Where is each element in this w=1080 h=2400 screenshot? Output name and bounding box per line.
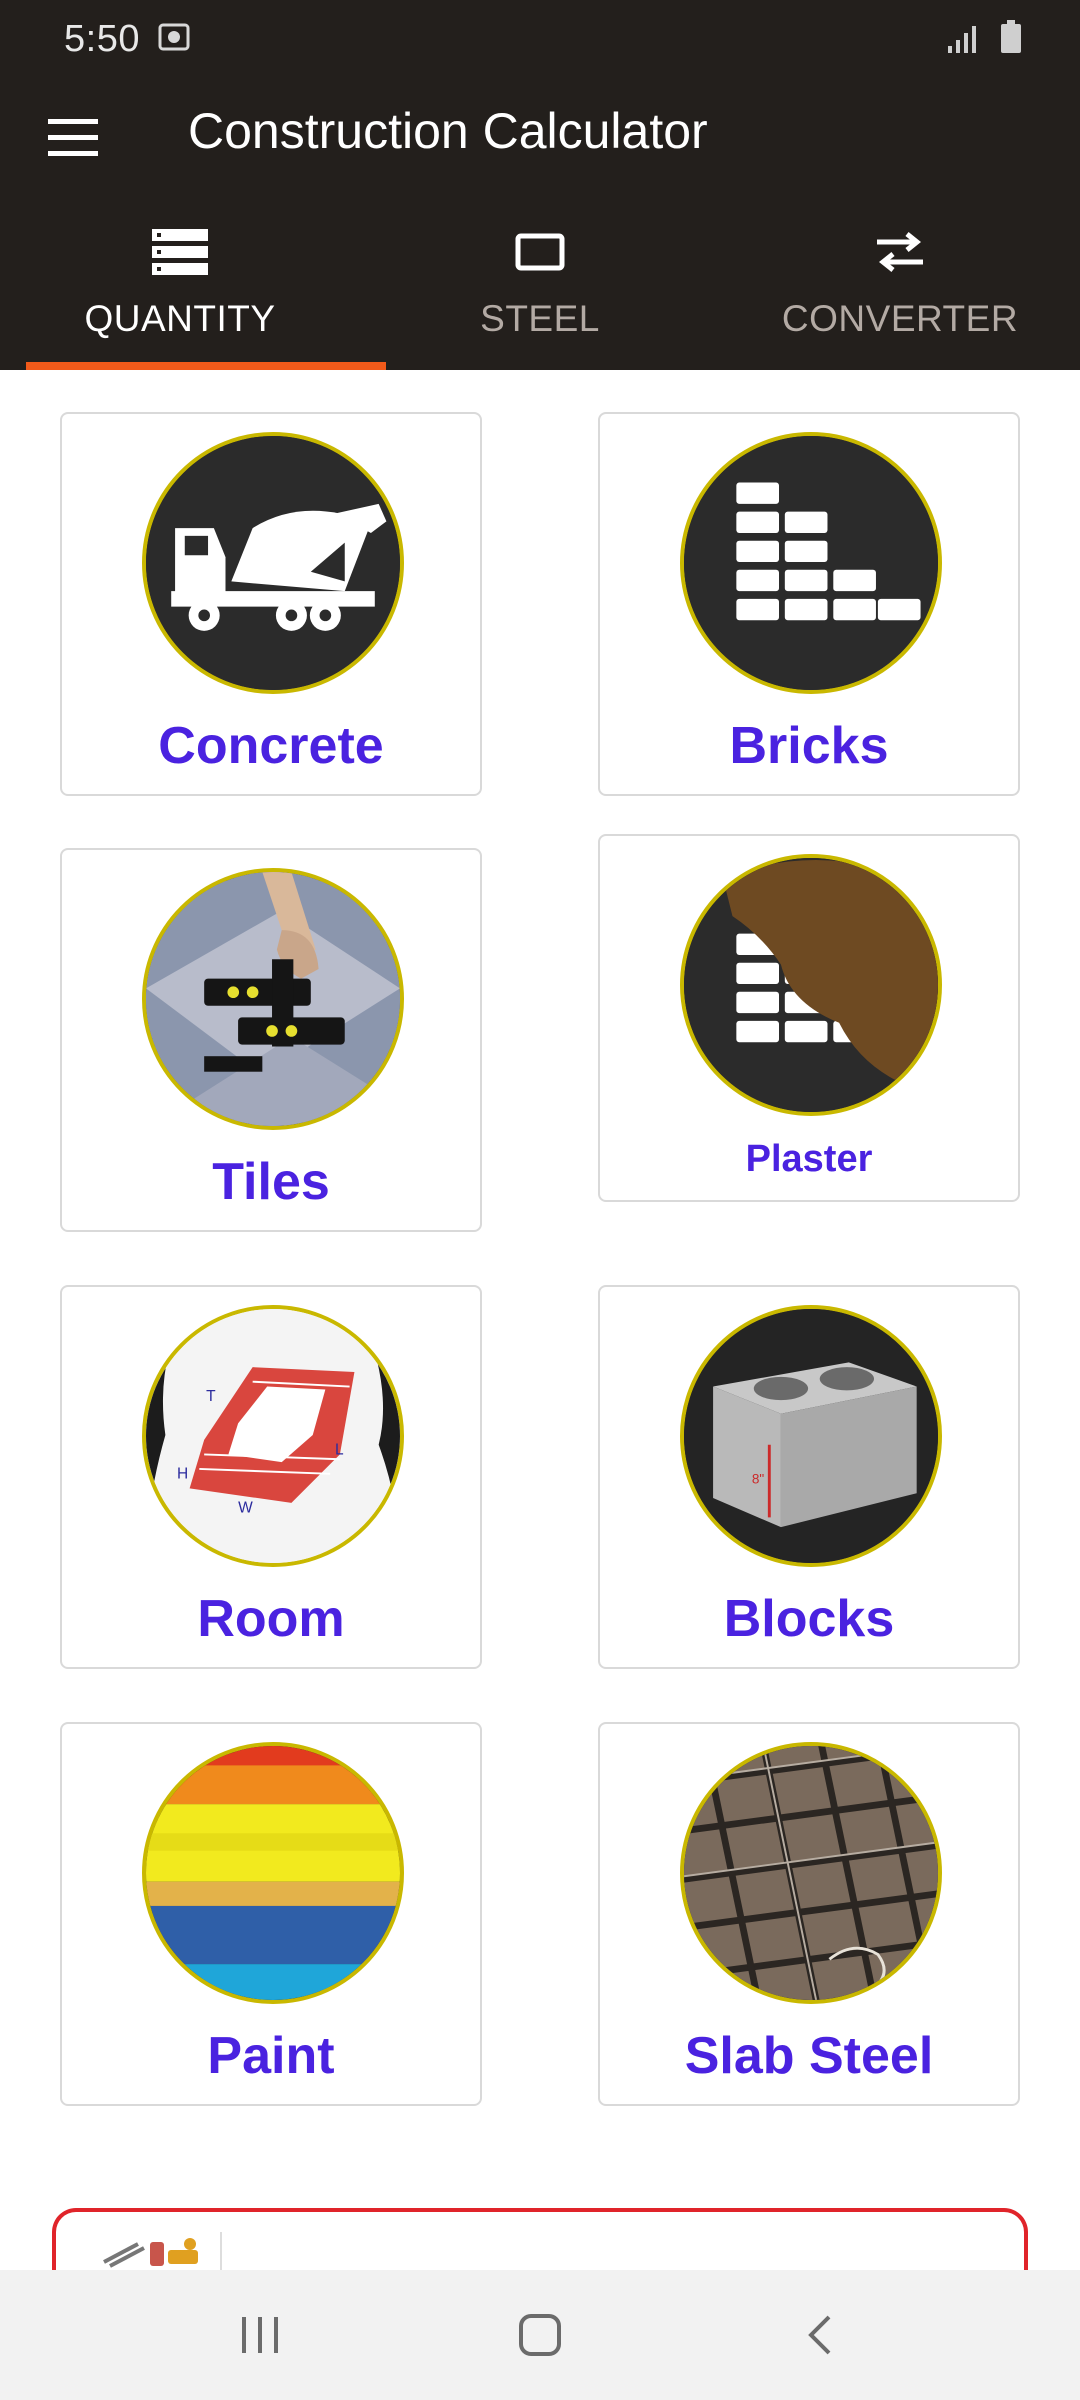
tab-quantity[interactable]: QUANTITY [0, 204, 360, 370]
card-blocks-label: Blocks [723, 1590, 895, 1648]
room-label-w: W [238, 1500, 253, 1517]
recent-apps-icon [242, 2317, 278, 2353]
card-bricks-label: Bricks [729, 717, 889, 775]
card-paint-label: Paint [207, 2027, 335, 2085]
rebar-mesh-photo-icon [680, 1742, 942, 2004]
tab-converter-label: CONVERTER [781, 298, 1019, 339]
active-tab-indicator [26, 362, 386, 370]
room-label-l: L [335, 1441, 344, 1458]
brick-stack-icon [680, 432, 942, 694]
card-blocks[interactable]: 8" Blocks [598, 1285, 1020, 1669]
back-button[interactable] [780, 2300, 860, 2370]
list-icon [0, 224, 360, 280]
card-bricks[interactable]: Bricks [598, 412, 1020, 796]
back-icon [808, 2315, 831, 2355]
app-bar: Construction Calculator QUANTITY STEEL C… [0, 76, 1080, 370]
concrete-mixer-truck-icon [142, 432, 404, 694]
brick-room-diagram-icon: T L H W [142, 1305, 404, 1567]
app-screen: 5:50 Construction Calculator QUANTITY ST… [0, 0, 1080, 2400]
paint-stripes-icon [142, 1742, 404, 2004]
hamburger-menu-icon [48, 119, 98, 156]
concrete-block-photo-icon: 8" [680, 1305, 942, 1567]
rectangle-icon [360, 224, 720, 280]
recent-apps-button[interactable] [220, 2300, 300, 2370]
room-label-t: T [206, 1388, 216, 1405]
system-nav-bar [0, 2270, 1080, 2400]
card-concrete[interactable]: Concrete [60, 412, 482, 796]
card-slab-steel[interactable]: Slab Steel [598, 1722, 1020, 2106]
menu-button[interactable] [28, 98, 118, 178]
signal-icon [946, 24, 978, 59]
block-dimension-label: 8" [752, 1472, 765, 1487]
plaster-wall-icon [680, 854, 942, 1116]
card-slab-steel-label: Slab Steel [684, 2027, 934, 2085]
ad-thumbnail-icon [98, 2232, 222, 2272]
battery-icon [1000, 20, 1022, 59]
card-plaster-label: Plaster [745, 1138, 873, 1180]
tile-lifter-photo-icon [142, 868, 404, 1130]
tab-steel[interactable]: STEEL [360, 204, 720, 370]
notification-icon [158, 22, 192, 57]
status-time: 5:50 [64, 18, 140, 60]
card-tiles-label: Tiles [212, 1153, 330, 1211]
home-button[interactable] [500, 2300, 580, 2370]
swap-arrows-icon [720, 224, 1080, 280]
card-room[interactable]: T L H W Room [60, 1285, 482, 1669]
card-tiles[interactable]: Tiles [60, 848, 482, 1232]
tab-steel-label: STEEL [480, 298, 600, 339]
room-label-h: H [177, 1466, 188, 1483]
tab-quantity-label: QUANTITY [84, 298, 276, 339]
card-room-label: Room [197, 1590, 345, 1648]
tab-converter[interactable]: CONVERTER [720, 204, 1080, 370]
home-icon [519, 2314, 561, 2356]
card-concrete-label: Concrete [158, 717, 384, 775]
card-paint[interactable]: Paint [60, 1722, 482, 2106]
card-plaster[interactable]: Plaster [598, 834, 1020, 1202]
tab-bar: QUANTITY STEEL CONVERTER [0, 204, 1080, 370]
app-title: Construction Calculator [188, 103, 708, 159]
status-bar: 5:50 [0, 0, 1080, 76]
